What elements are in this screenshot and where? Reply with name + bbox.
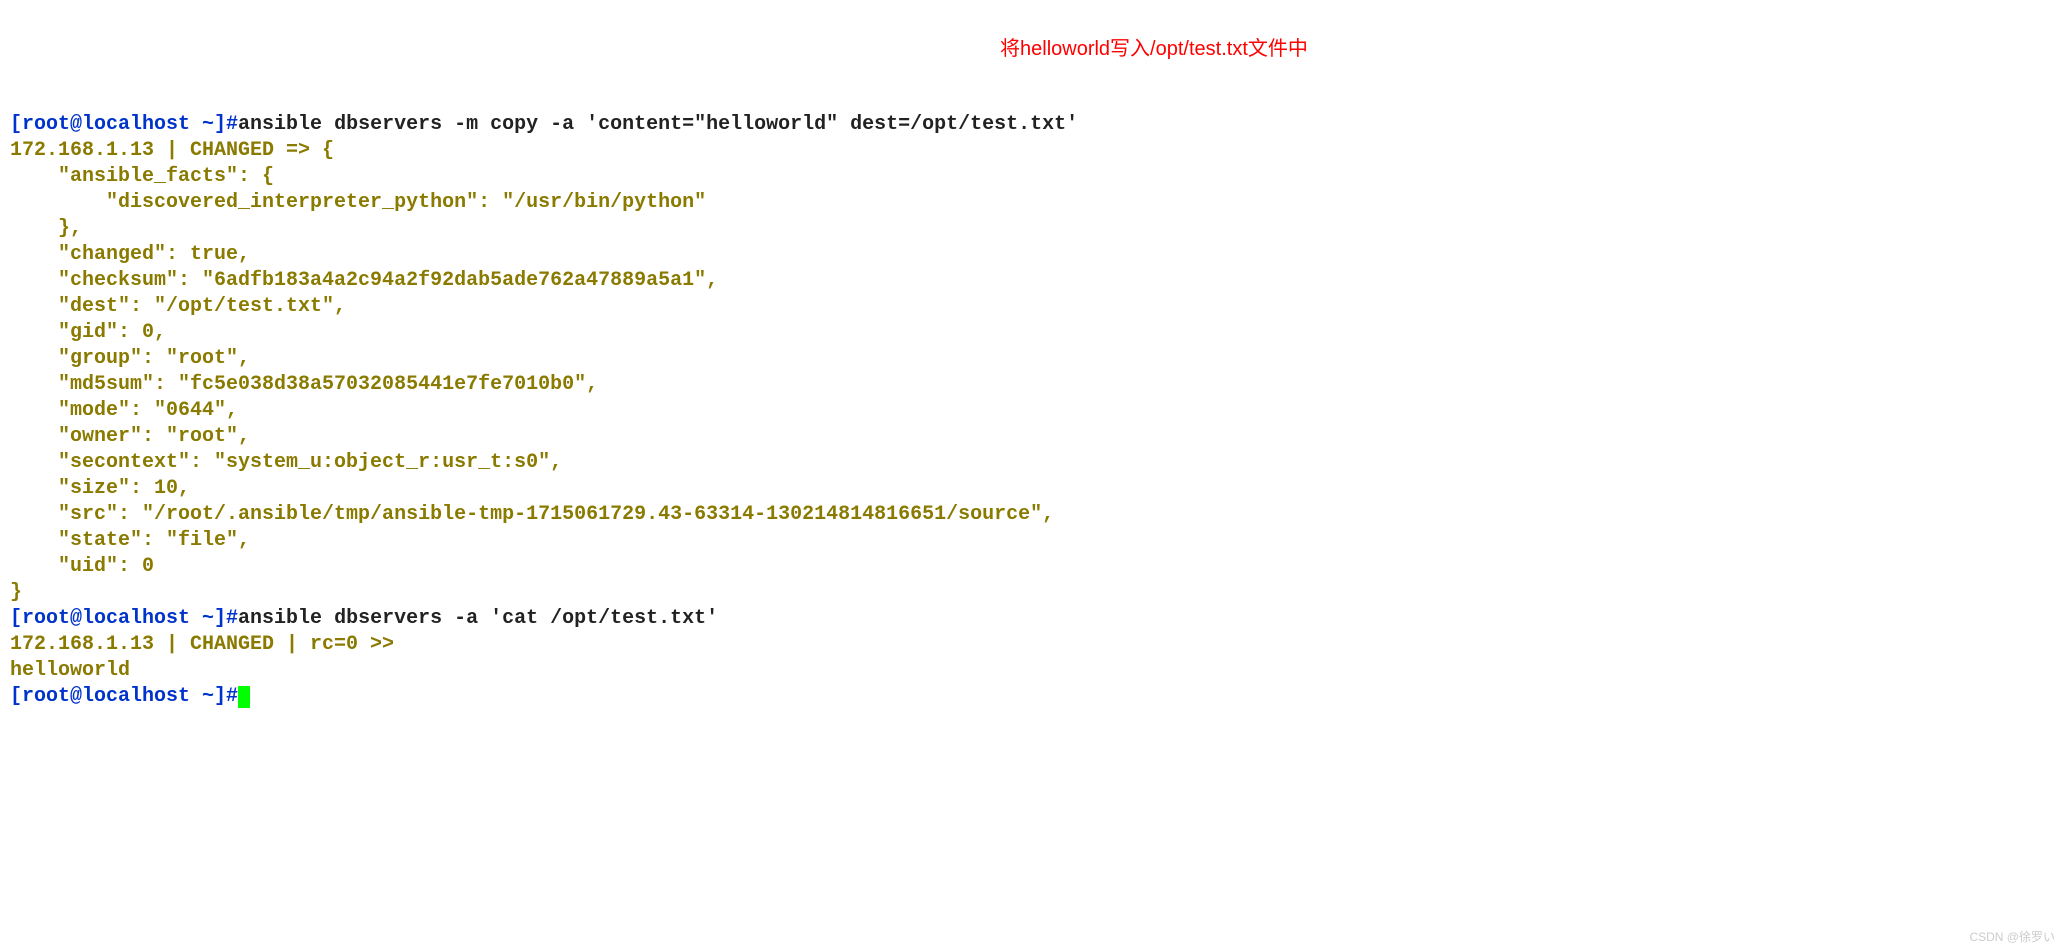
cursor-block	[238, 686, 250, 708]
json-line: "mode": "0644",	[10, 399, 238, 422]
json-line: "ansible_facts": {	[10, 165, 274, 188]
terminal-output[interactable]: [root@localhost ~]#ansible dbservers -m …	[10, 112, 2057, 710]
json-line: }	[10, 581, 22, 604]
json-line: "uid": 0	[10, 555, 154, 578]
json-line: "secontext": "system_u:object_r:usr_t:s0…	[10, 451, 562, 474]
annotation-text: 将helloworld写入/opt/test.txt文件中	[1000, 36, 1308, 62]
json-line: "state": "file",	[10, 529, 250, 552]
json-line: "size": 10,	[10, 477, 190, 500]
json-line: },	[10, 217, 82, 240]
json-line: "changed": true,	[10, 243, 250, 266]
json-line: "gid": 0,	[10, 321, 166, 344]
json-line: "discovered_interpreter_python": "/usr/b…	[10, 191, 706, 214]
ansible-result-header: 172.168.1.13 | CHANGED | rc=0 >>	[10, 633, 394, 656]
json-line: "group": "root",	[10, 347, 250, 370]
command-text: ansible dbservers -m copy -a 'content="h…	[238, 113, 1078, 136]
prompt-user: [root@localhost	[10, 685, 202, 708]
json-line: "src": "/root/.ansible/tmp/ansible-tmp-1…	[10, 503, 1054, 526]
prompt-path: ~]#	[202, 607, 238, 630]
json-line: "dest": "/opt/test.txt",	[10, 295, 346, 318]
prompt-user: [root@localhost	[10, 113, 202, 136]
output-body: helloworld	[10, 659, 130, 682]
json-line: "owner": "root",	[10, 425, 250, 448]
prompt-path: ~]#	[202, 113, 238, 136]
ansible-result-header: 172.168.1.13 | CHANGED => {	[10, 139, 334, 162]
watermark-text: CSDN @徐罗い	[1969, 930, 2055, 946]
json-line: "md5sum": "fc5e038d38a57032085441e7fe701…	[10, 373, 598, 396]
prompt-path: ~]#	[202, 685, 238, 708]
prompt-user: [root@localhost	[10, 607, 202, 630]
command-text: ansible dbservers -a 'cat /opt/test.txt'	[238, 607, 718, 630]
json-line: "checksum": "6adfb183a4a2c94a2f92dab5ade…	[10, 269, 718, 292]
